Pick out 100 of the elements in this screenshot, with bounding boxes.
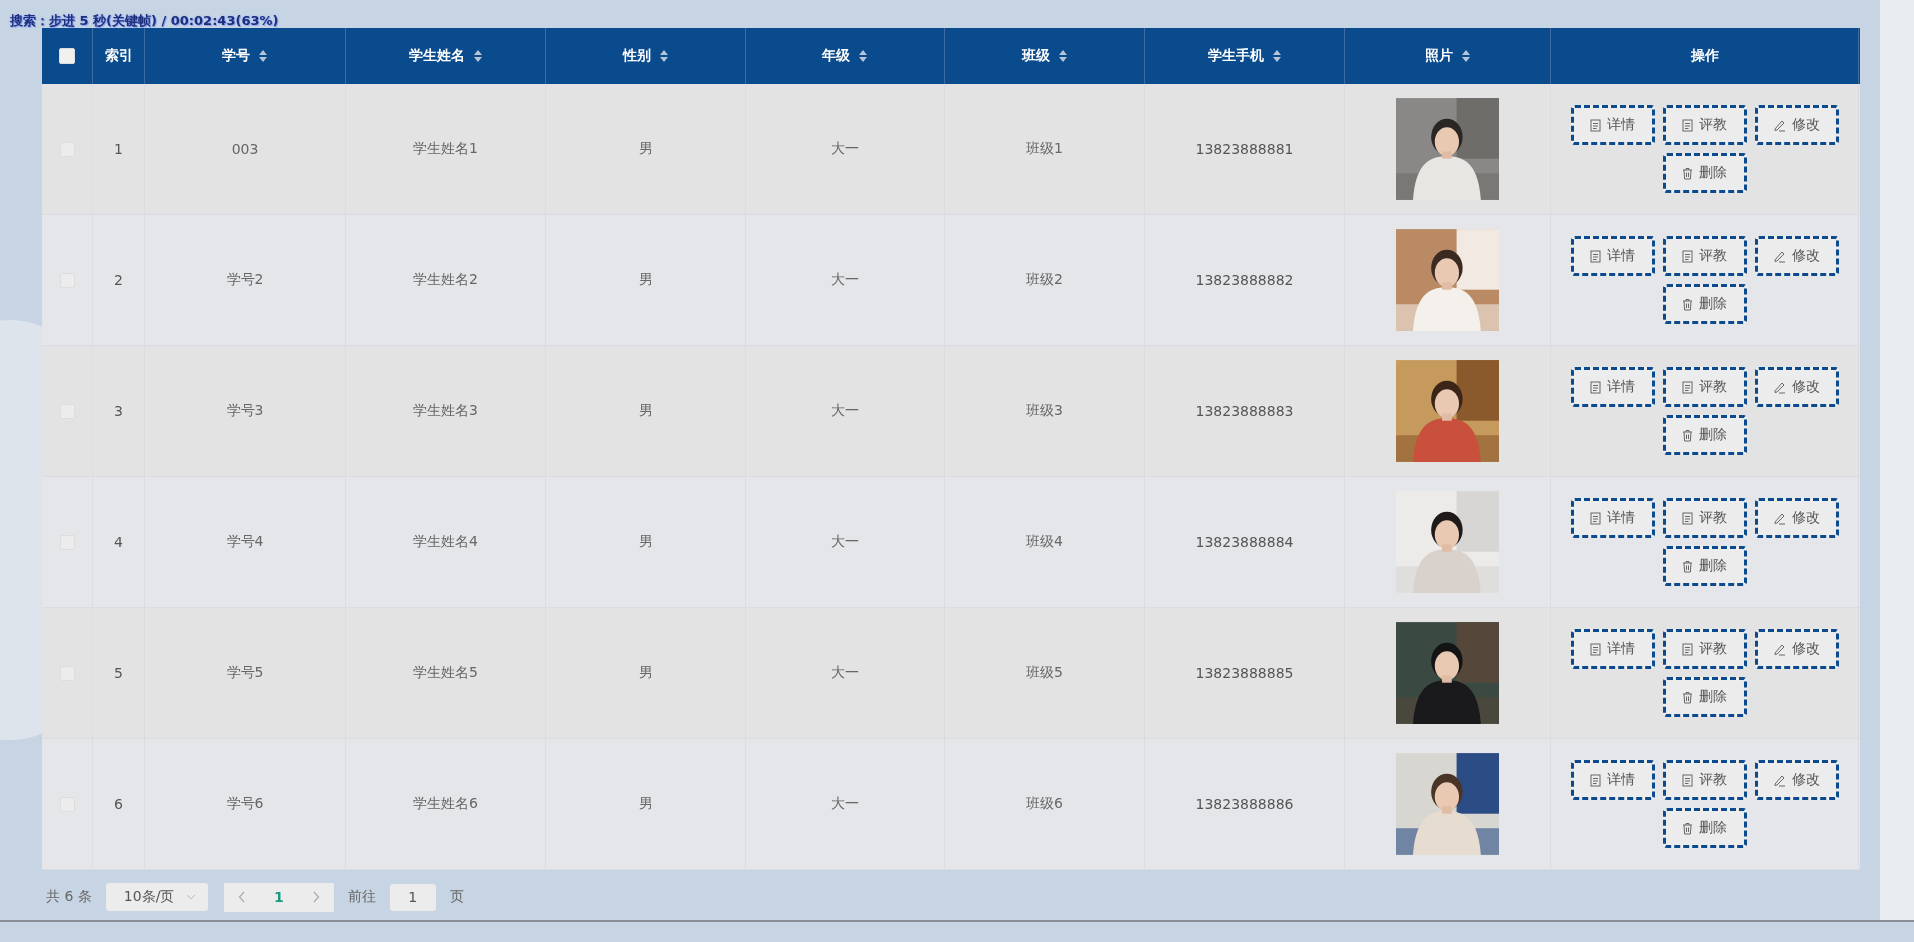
action-button[interactable]: 修改 — [1754, 498, 1839, 538]
action-button[interactable]: 修改 — [1754, 760, 1839, 800]
table-cell: 学号2 — [226, 271, 264, 289]
table-cell: 学号3 — [226, 402, 264, 420]
action-button[interactable]: 删除 — [1662, 284, 1747, 324]
page-size-select[interactable]: 10条/页 — [105, 883, 208, 911]
table-cell: 大一 — [831, 795, 859, 813]
trash-icon — [1682, 821, 1693, 835]
table-cell: 学号6 — [226, 795, 264, 813]
action-button[interactable]: 评教 — [1662, 236, 1747, 276]
action-button[interactable]: 删除 — [1662, 153, 1747, 193]
page-input[interactable]: 1 — [389, 883, 436, 911]
document-icon — [1682, 380, 1693, 394]
table-cell: 男 — [638, 664, 653, 682]
column-header: 班级 — [1021, 47, 1050, 65]
document-icon — [1682, 642, 1693, 656]
table-cell: 大一 — [831, 402, 859, 420]
table-cell: 3 — [114, 403, 123, 419]
table-cell: 学生姓名3 — [413, 402, 478, 420]
table-cell: 13823888885 — [1195, 665, 1294, 681]
pencil-icon — [1773, 773, 1786, 787]
column-header: 学生手机 — [1207, 47, 1264, 65]
sort-icon[interactable] — [1460, 49, 1471, 63]
previous-page-icon[interactable] — [237, 891, 246, 903]
column-header: 操作 — [1690, 47, 1719, 65]
action-button[interactable]: 评教 — [1662, 498, 1747, 538]
trash-icon — [1682, 559, 1693, 573]
document-icon — [1682, 511, 1693, 525]
table-cell: 大一 — [831, 664, 859, 682]
action-button[interactable]: 删除 — [1662, 808, 1747, 848]
table-cell: 13823888884 — [1195, 534, 1294, 550]
column-header: 索引 — [104, 47, 133, 65]
action-button[interactable]: 评教 — [1662, 367, 1747, 407]
pencil-icon — [1773, 380, 1786, 394]
action-button[interactable]: 详情 — [1570, 629, 1655, 669]
action-button[interactable]: 删除 — [1662, 677, 1747, 717]
action-button[interactable]: 修改 — [1754, 236, 1839, 276]
select-all-checkbox[interactable] — [59, 48, 75, 64]
action-button[interactable]: 修改 — [1754, 367, 1839, 407]
action-button[interactable]: 删除 — [1662, 415, 1747, 455]
action-button[interactable]: 评教 — [1662, 629, 1747, 669]
next-page-icon[interactable] — [311, 891, 320, 903]
action-button[interactable]: 详情 — [1570, 236, 1655, 276]
pencil-icon — [1773, 118, 1786, 132]
document-icon — [1590, 118, 1601, 132]
table-cell: 学生姓名4 — [413, 533, 478, 551]
table-cell: 班级6 — [1026, 795, 1063, 813]
column-header: 学号 — [222, 47, 250, 65]
action-button[interactable]: 修改 — [1754, 105, 1839, 145]
scrollbar[interactable] — [1880, 0, 1914, 920]
document-icon — [1590, 511, 1601, 525]
trash-icon — [1682, 166, 1693, 180]
table-cell: 学生姓名5 — [413, 664, 478, 682]
table-cell: 1 — [114, 141, 123, 157]
table-cell: 2 — [114, 272, 123, 288]
table-cell: 5 — [114, 665, 123, 681]
table-cell: 6 — [114, 796, 123, 812]
table-cell: 学号4 — [226, 533, 264, 551]
column-header: 学生姓名 — [408, 47, 465, 65]
document-icon — [1682, 773, 1693, 787]
sort-icon[interactable] — [1057, 49, 1068, 63]
sort-icon[interactable] — [858, 49, 868, 63]
table-cell: 大一 — [831, 140, 859, 158]
column-header: 照片 — [1424, 47, 1453, 65]
table-cell: 学生姓名2 — [413, 271, 478, 289]
goto-label: 前往 — [347, 888, 376, 906]
trash-icon — [1682, 690, 1693, 704]
document-icon — [1590, 642, 1601, 656]
document-icon — [1682, 118, 1693, 132]
action-button[interactable]: 详情 — [1570, 367, 1655, 407]
pencil-icon — [1773, 642, 1786, 656]
document-icon — [1682, 249, 1693, 263]
table-cell: 男 — [638, 402, 653, 420]
chevron-down-icon — [185, 894, 196, 900]
table-cell: 班级5 — [1026, 664, 1063, 682]
table-cell: 男 — [638, 795, 653, 813]
sort-icon[interactable] — [472, 49, 483, 63]
document-icon — [1590, 249, 1601, 263]
sort-icon[interactable] — [1271, 49, 1282, 63]
table-cell: 13823888883 — [1195, 403, 1294, 419]
pencil-icon — [1773, 511, 1786, 525]
table-cell: 男 — [638, 533, 653, 551]
table-cell: 大一 — [831, 533, 859, 551]
action-button[interactable]: 评教 — [1662, 760, 1747, 800]
action-button[interactable]: 详情 — [1570, 760, 1655, 800]
table-cell: 男 — [638, 140, 653, 158]
action-button[interactable]: 详情 — [1570, 498, 1655, 538]
action-button[interactable]: 详情 — [1570, 105, 1655, 145]
sort-icon[interactable] — [258, 49, 268, 63]
table-cell: 男 — [638, 271, 653, 289]
table-cell: 班级4 — [1026, 533, 1063, 551]
action-button[interactable]: 修改 — [1754, 629, 1839, 669]
table-cell: 学号5 — [226, 664, 264, 682]
page-unit-label: 页 — [449, 888, 464, 906]
table-cell: 003 — [231, 141, 259, 157]
table-cell: 13823888886 — [1195, 796, 1294, 812]
action-button[interactable]: 评教 — [1662, 105, 1747, 145]
action-button[interactable]: 删除 — [1662, 546, 1747, 586]
table-cell: 学生姓名1 — [413, 140, 478, 158]
sort-icon[interactable] — [658, 49, 669, 63]
